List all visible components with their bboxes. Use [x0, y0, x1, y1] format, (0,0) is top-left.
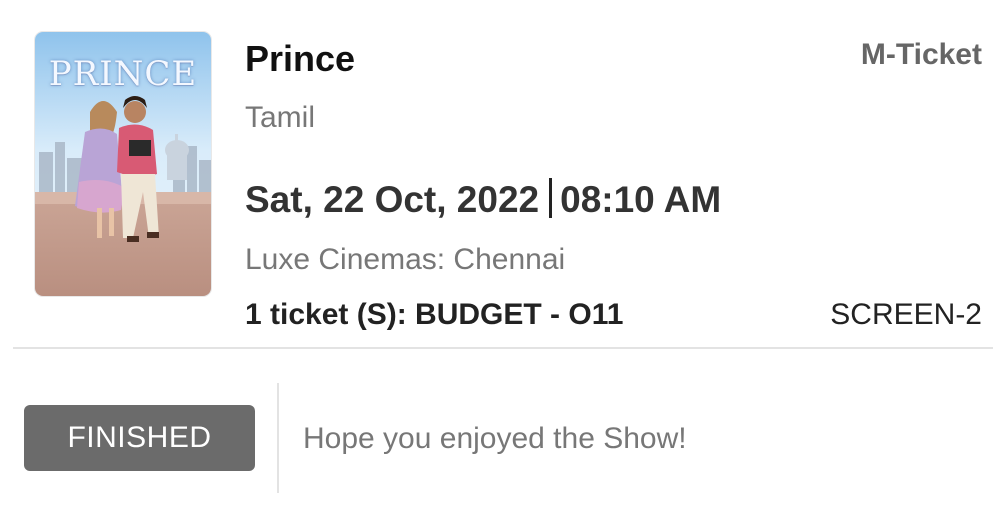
- ticket-details: 1 ticket (S): BUDGET - O11: [245, 298, 624, 331]
- show-date: Sat, 22 Oct, 2022: [245, 179, 540, 220]
- datetime-separator: [549, 178, 553, 218]
- status-badge: FINISHED: [24, 405, 255, 471]
- venue-name: Luxe Cinemas: Chennai: [245, 243, 566, 276]
- status-message: Hope you enjoyed the Show!: [303, 422, 687, 455]
- poster-title-text: PRINCE: [48, 54, 198, 94]
- movie-language: Tamil: [245, 101, 316, 134]
- movie-poster[interactable]: PRINCE: [35, 32, 211, 296]
- show-datetime: Sat, 22 Oct, 2022 08:10 AM: [245, 178, 721, 221]
- ticket-type-label: M-Ticket: [860, 38, 982, 71]
- section-divider: [13, 347, 993, 349]
- screen-number: SCREEN-2: [830, 298, 982, 331]
- status-divider: [277, 383, 279, 493]
- show-time: 08:10 AM: [560, 179, 722, 220]
- movie-title: Prince: [245, 38, 356, 79]
